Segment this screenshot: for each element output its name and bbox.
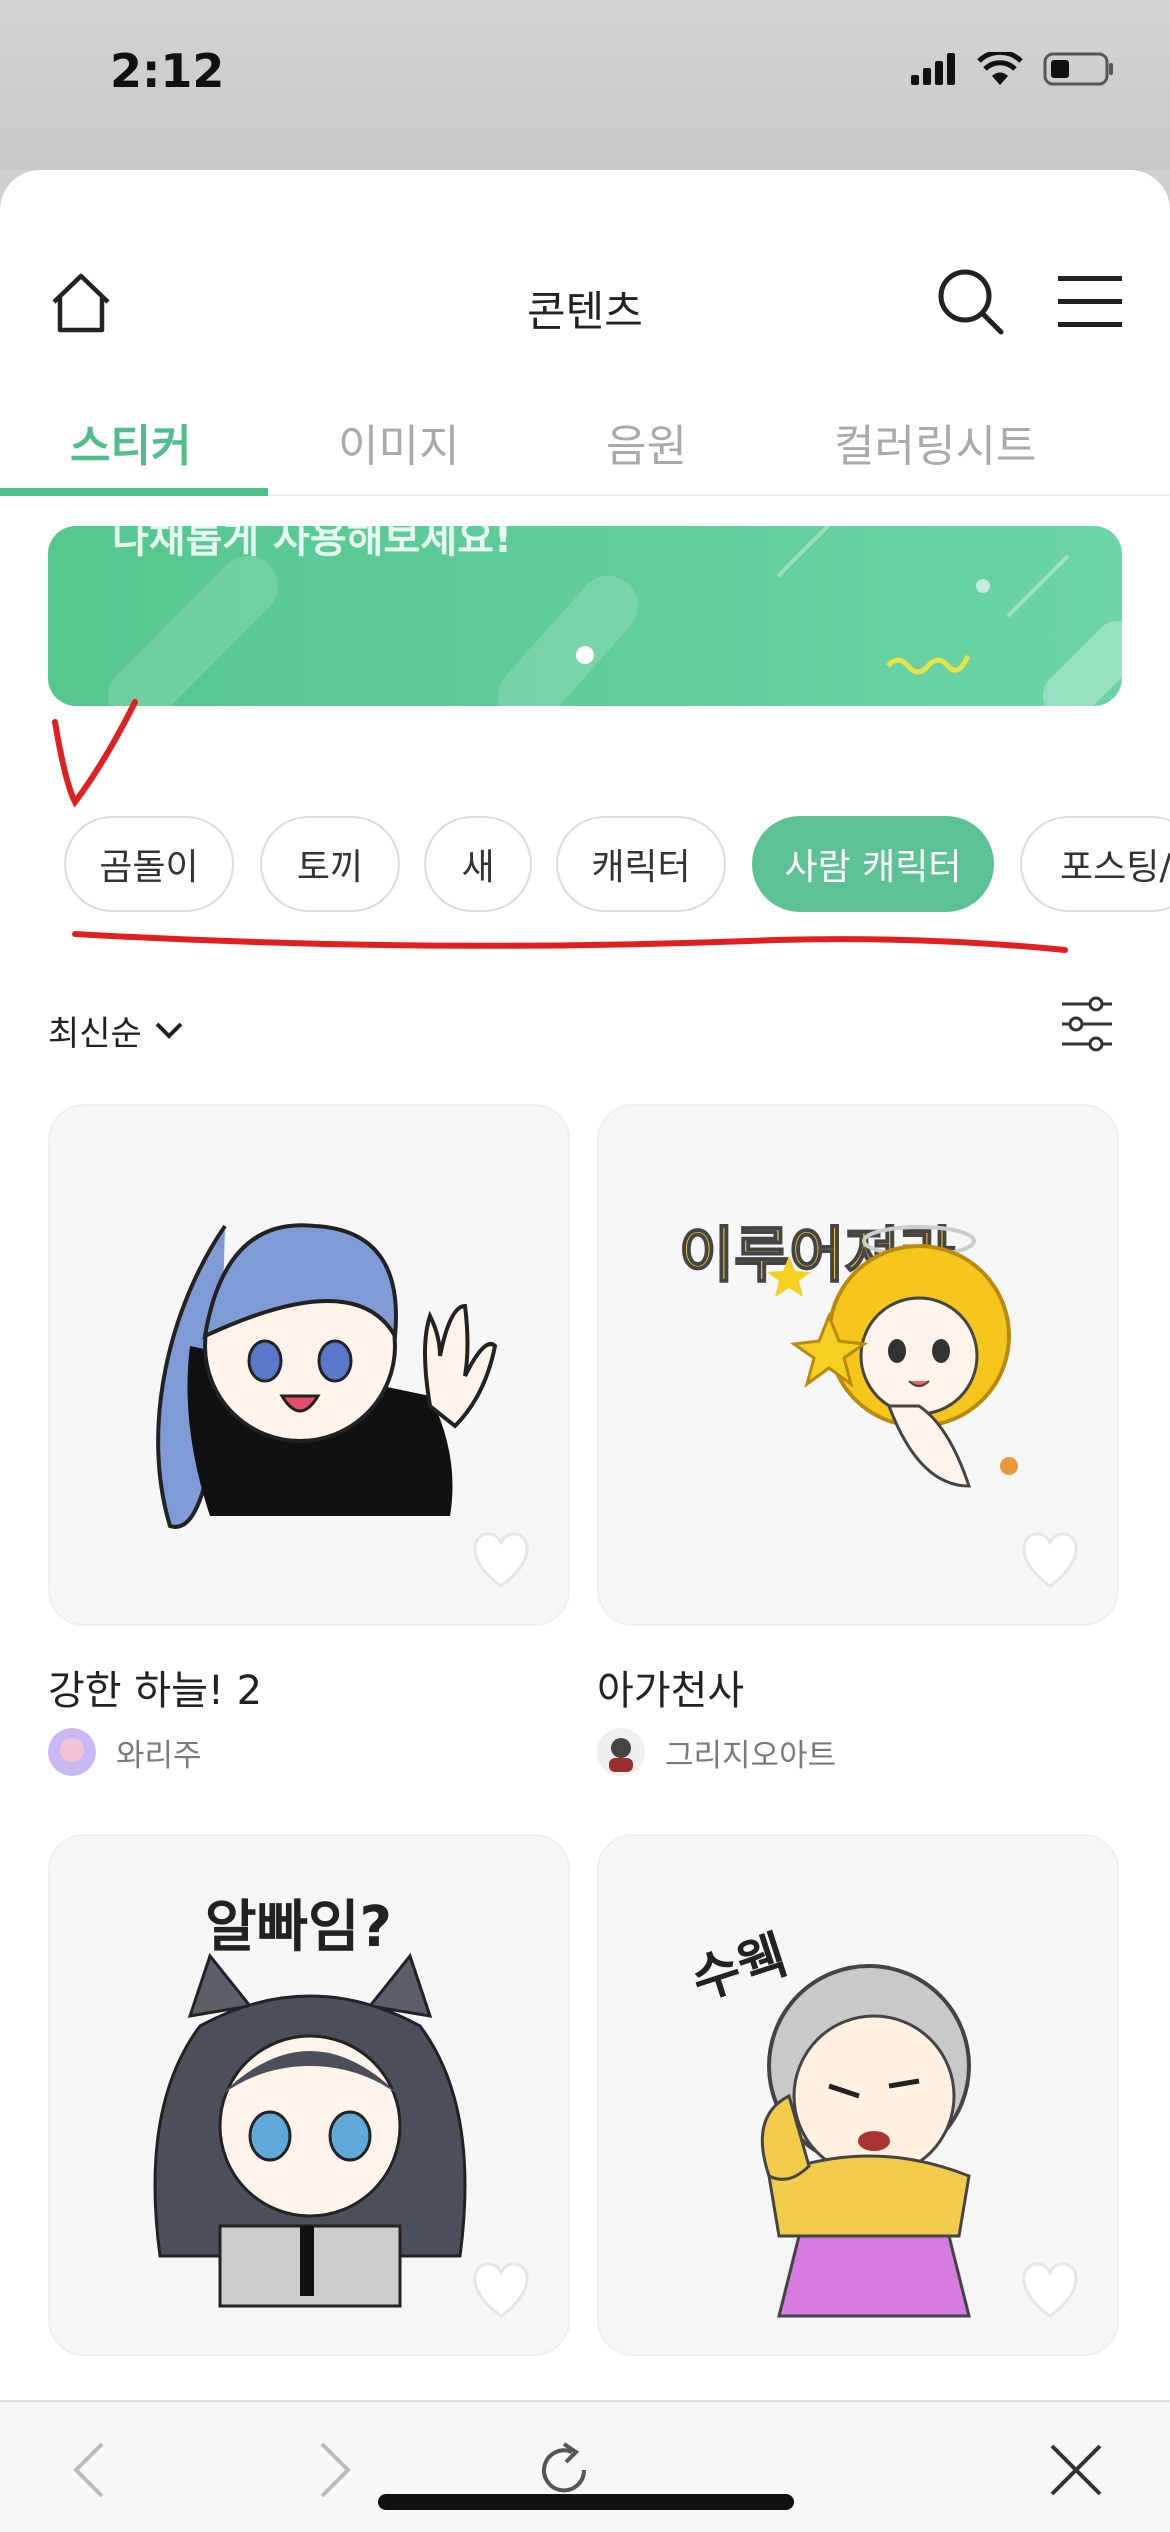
- chip-rabbit[interactable]: 토끼: [260, 816, 400, 912]
- promo-banner[interactable]: 다채롭게 사용해보세요!: [48, 526, 1122, 706]
- active-tab-indicator: [0, 488, 268, 496]
- banner-decoration: [108, 526, 1122, 706]
- chip-bird[interactable]: 새: [424, 816, 532, 912]
- tab-image[interactable]: 이미지: [338, 410, 459, 474]
- sticker-author[interactable]: 그리지오아트: [597, 1728, 836, 1776]
- sticker-author[interactable]: 와리주: [48, 1728, 202, 1776]
- chip-bear[interactable]: 곰돌이: [64, 816, 234, 912]
- filter-sliders-icon[interactable]: [1060, 996, 1114, 1052]
- sticker-title[interactable]: 강한 하늘! 2: [48, 1658, 262, 1716]
- status-time: 2:12: [110, 44, 225, 98]
- chip-posting[interactable]: 포스팅/: [1020, 816, 1170, 912]
- reload-icon[interactable]: [532, 2438, 596, 2502]
- sticker-text: 수웩: [685, 1925, 795, 2012]
- sort-dropdown[interactable]: 최신순: [48, 1006, 184, 1055]
- banner-page-indicator: [576, 646, 594, 664]
- hamburger-menu-icon[interactable]: [1058, 274, 1122, 330]
- wifi-icon: [977, 52, 1023, 85]
- like-heart-icon[interactable]: [1017, 1530, 1083, 1590]
- sticker-title[interactable]: 아가천사: [597, 1658, 744, 1716]
- search-icon[interactable]: [935, 266, 1005, 336]
- sticker-thumbnail[interactable]: 이루어져라: [597, 1104, 1119, 1626]
- top-bar: 콘텐츠: [0, 170, 1170, 370]
- chevron-down-icon: [155, 1022, 183, 1039]
- author-avatar: [597, 1728, 645, 1776]
- tab-coloring-sheet[interactable]: 컬러링시트: [834, 410, 1036, 474]
- like-heart-icon[interactable]: [1017, 2260, 1083, 2320]
- author-name: 그리지오아트: [665, 1737, 837, 1774]
- tab-sticker[interactable]: 스티커: [70, 410, 191, 474]
- sticker-thumbnail[interactable]: [48, 1104, 570, 1626]
- back-arrow-icon[interactable]: [60, 2438, 124, 2502]
- chip-human-character[interactable]: 사람 캐릭터: [752, 816, 994, 912]
- browser-toolbar: [0, 2400, 1170, 2532]
- forward-arrow-icon[interactable]: [300, 2438, 364, 2502]
- like-heart-icon[interactable]: [468, 2260, 534, 2320]
- content-sheet: 콘텐츠 스티커 이미지 음원 컬러링시트 다채롭게 사용해보세요! 곰돌이 토끼…: [0, 170, 1170, 2532]
- author-avatar: [48, 1728, 96, 1776]
- category-tabs: 스티커 이미지 음원 컬러링시트: [0, 370, 1170, 496]
- home-indicator: [378, 2494, 794, 2510]
- sticker-thumbnail[interactable]: 알빠임?: [48, 1834, 570, 2356]
- battery-icon: [1043, 52, 1113, 86]
- like-heart-icon[interactable]: [468, 1530, 534, 1590]
- status-icons: [911, 52, 1115, 86]
- sticker-thumbnail[interactable]: 수웩: [597, 1834, 1119, 2356]
- status-bar: 2:12: [0, 0, 1170, 170]
- sort-label: 최신순: [48, 1014, 142, 1054]
- chip-character[interactable]: 캐릭터: [556, 816, 726, 912]
- author-name: 와리주: [116, 1737, 202, 1774]
- close-icon[interactable]: [1044, 2438, 1108, 2502]
- cellular-signal-icon: [911, 53, 955, 85]
- tab-music[interactable]: 음원: [606, 410, 687, 474]
- sticker-text: 알빠임?: [205, 1895, 392, 1960]
